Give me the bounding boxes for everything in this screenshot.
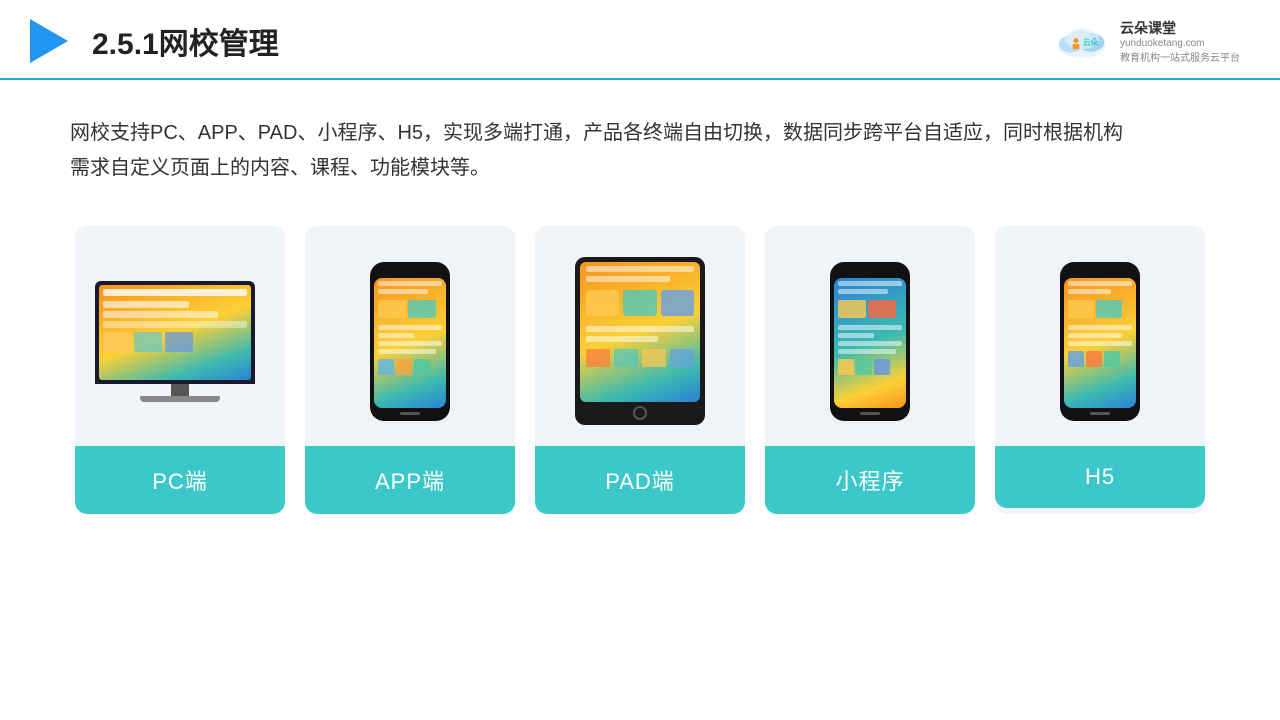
app-device-icon xyxy=(370,262,450,421)
svg-text:云朵: 云朵 xyxy=(1083,37,1099,47)
card-app-image xyxy=(305,226,515,446)
card-pc: PC端 xyxy=(75,226,285,514)
card-pc-image xyxy=(75,226,285,446)
logo-domain: yunduoketang.com xyxy=(1120,38,1240,49)
pad-device-icon xyxy=(575,257,705,425)
card-pc-label: PC端 xyxy=(75,446,285,514)
pc-device-icon xyxy=(95,281,265,402)
card-h5: H5 xyxy=(995,226,1205,514)
header: 2.5.1网校管理 云朵 云朵课堂 yunduoketang.com 教育机构一… xyxy=(0,0,1280,80)
card-h5-image xyxy=(995,226,1205,446)
description-text: 网校支持PC、APP、PAD、小程序、H5，实现多端打通，产品各终端自由切换，数… xyxy=(70,116,1210,186)
logo-cloud-icon: 云朵 xyxy=(1052,21,1112,61)
card-pad: PAD端 xyxy=(535,226,745,514)
card-miniapp-image xyxy=(765,226,975,446)
logo-area: 云朵 云朵课堂 yunduoketang.com 教育机构一站式服务云平台 xyxy=(1052,18,1240,64)
card-pad-image xyxy=(535,226,745,446)
h5-device-icon xyxy=(1060,262,1140,421)
miniapp-device-icon xyxy=(830,262,910,421)
logo-tagline: 教育机构一站式服务云平台 xyxy=(1120,49,1240,64)
logo-text-block: 云朵课堂 yunduoketang.com 教育机构一站式服务云平台 xyxy=(1120,18,1240,64)
header-left: 2.5.1网校管理 xyxy=(30,19,279,63)
cards-section: PC端 xyxy=(0,206,1280,514)
card-app-label: APP端 xyxy=(305,446,515,514)
play-icon xyxy=(30,19,68,63)
page-title: 2.5.1网校管理 xyxy=(92,19,279,63)
card-miniapp-label: 小程序 xyxy=(765,446,975,514)
card-h5-label: H5 xyxy=(995,446,1205,508)
description-block: 网校支持PC、APP、PAD、小程序、H5，实现多端打通，产品各终端自由切换，数… xyxy=(0,80,1280,206)
logo-name: 云朵课堂 xyxy=(1120,18,1240,38)
card-pad-label: PAD端 xyxy=(535,446,745,514)
card-app: APP端 xyxy=(305,226,515,514)
card-miniapp: 小程序 xyxy=(765,226,975,514)
